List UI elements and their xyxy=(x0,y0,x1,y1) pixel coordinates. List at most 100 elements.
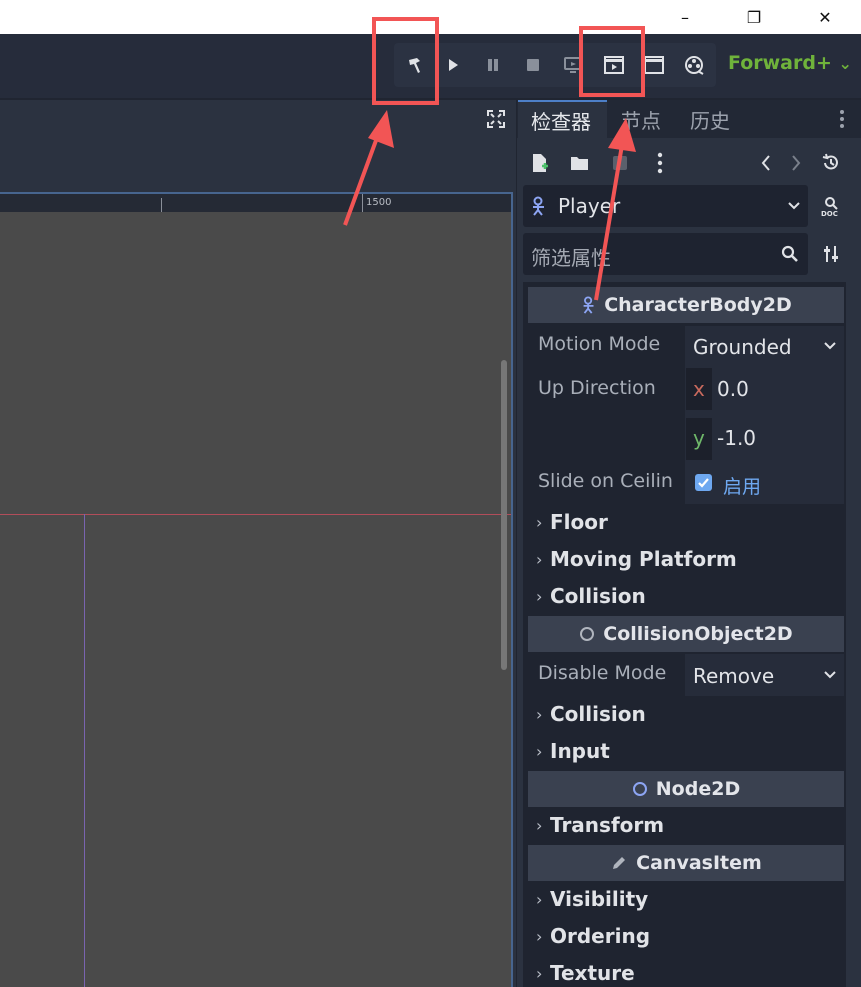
group-label: Collision xyxy=(550,584,646,608)
slide-on-ceiling-checkbox[interactable] xyxy=(695,474,712,491)
up-x-field[interactable]: 0.0 xyxy=(717,377,749,401)
history-forward-button[interactable] xyxy=(776,143,816,183)
folder-icon xyxy=(571,157,588,170)
disable-mode-value: Remove xyxy=(693,664,775,688)
group-floor[interactable]: › Floor xyxy=(536,510,608,534)
kebab-menu-icon xyxy=(657,152,663,174)
tab-node[interactable]: 节点 xyxy=(621,100,661,138)
vertical-scrollbar[interactable] xyxy=(501,360,507,670)
group-collision-object[interactable]: › Collision xyxy=(536,702,646,726)
renderer-selector[interactable]: Forward+ ⌄ xyxy=(728,52,852,74)
restore-button[interactable]: ❐ xyxy=(731,0,777,34)
checkmark-icon xyxy=(698,478,709,488)
motion-mode-select[interactable]: Grounded xyxy=(693,335,843,359)
inspector-settings-button[interactable] xyxy=(811,233,851,275)
save-resource-button[interactable] xyxy=(600,143,640,183)
group-label: Collision xyxy=(550,702,646,726)
chevron-down-icon xyxy=(788,202,800,210)
horizontal-ruler: 1500 xyxy=(0,194,511,212)
pencil-icon xyxy=(613,857,626,869)
group-texture[interactable]: › Texture xyxy=(536,961,635,985)
tab-history[interactable]: 历史 xyxy=(690,100,730,138)
expand-icon xyxy=(487,110,505,128)
group-input[interactable]: › Input xyxy=(536,739,610,763)
tools-icon xyxy=(824,246,838,262)
annotation-box-build xyxy=(372,17,439,105)
group-collision[interactable]: › Collision xyxy=(536,584,646,608)
minimize-icon: – xyxy=(681,7,689,27)
fullscreen-button[interactable] xyxy=(476,100,516,138)
chevron-right-icon xyxy=(792,155,801,171)
save-icon xyxy=(613,156,627,170)
recent-history-button[interactable] xyxy=(811,143,851,183)
section-collisionobject2d[interactable]: CollisionObject2D xyxy=(528,616,844,652)
group-label: Transform xyxy=(550,813,665,837)
section-node2d[interactable]: Node2D xyxy=(528,771,844,807)
up-direction-label: Up Direction xyxy=(538,377,656,399)
close-button[interactable]: ✕ xyxy=(802,0,848,34)
docs-icon: DOC xyxy=(821,197,838,217)
chevron-right-icon: › xyxy=(536,512,543,532)
new-file-icon xyxy=(533,154,548,172)
group-ordering[interactable]: › Ordering xyxy=(536,924,650,948)
ruler-label: 1500 xyxy=(366,197,392,208)
section-title: CanvasItem xyxy=(636,852,762,874)
tab-inspector[interactable]: 检查器 xyxy=(518,100,607,138)
x-axis-line xyxy=(0,514,511,515)
slide-on-ceiling-label: Slide on Ceilin xyxy=(538,470,673,492)
motion-mode-label: Motion Mode xyxy=(538,333,661,355)
motion-mode-value: Grounded xyxy=(693,335,792,359)
chevron-right-icon: › xyxy=(536,549,543,569)
chevron-left-icon xyxy=(761,155,770,171)
minimize-button[interactable]: – xyxy=(662,0,708,34)
chevron-right-icon: › xyxy=(536,586,543,606)
disable-mode-label: Disable Mode xyxy=(538,662,667,684)
group-label: Visibility xyxy=(550,887,649,911)
tab-node-label: 节点 xyxy=(621,108,661,133)
slide-on-ceiling-value: 启用 xyxy=(723,476,762,498)
group-visibility[interactable]: › Visibility xyxy=(536,887,648,911)
new-resource-button[interactable] xyxy=(520,143,560,183)
restore-icon: ❐ xyxy=(746,7,762,27)
group-label: Floor xyxy=(550,510,608,534)
section-title: Node2D xyxy=(655,778,741,800)
renderer-label: Forward+ xyxy=(728,52,832,74)
chevron-down-icon: ⌄ xyxy=(838,54,852,73)
stop-button[interactable] xyxy=(513,44,553,86)
section-characterbody2d[interactable]: CharacterBody2D xyxy=(528,287,844,323)
chevron-down-icon xyxy=(824,671,836,679)
filter-properties-input[interactable]: 筛选属性 xyxy=(523,233,808,275)
group-moving-platform[interactable]: › Moving Platform xyxy=(536,547,737,571)
up-y-field[interactable]: -1.0 xyxy=(717,426,756,450)
tab-inspector-label: 检查器 xyxy=(531,109,591,134)
chevron-right-icon: › xyxy=(536,704,543,724)
object-selector[interactable]: Player xyxy=(523,185,808,227)
section-canvasitem[interactable]: CanvasItem xyxy=(528,845,844,881)
kebab-menu-icon xyxy=(840,110,844,128)
pause-button[interactable] xyxy=(473,44,513,86)
node2d-icon xyxy=(632,782,647,796)
movie-maker-button[interactable] xyxy=(674,44,714,86)
section-title: CharacterBody2D xyxy=(604,294,792,316)
filter-placeholder: 筛选属性 xyxy=(531,246,611,270)
chevron-right-icon: › xyxy=(536,926,543,946)
open-resource-button[interactable] xyxy=(560,143,600,183)
open-docs-button[interactable]: DOC xyxy=(811,185,851,227)
up-x-label: x xyxy=(693,377,705,401)
disable-mode-select[interactable]: Remove xyxy=(693,664,843,688)
chevron-right-icon: › xyxy=(536,741,543,761)
2d-canvas[interactable] xyxy=(0,212,511,987)
group-label: Ordering xyxy=(550,924,651,948)
chevron-right-icon: › xyxy=(536,889,543,909)
y-axis-line xyxy=(84,514,85,987)
chevron-down-icon xyxy=(824,342,836,350)
object-name: Player xyxy=(558,194,621,218)
group-transform[interactable]: › Transform xyxy=(536,813,664,837)
group-label: Moving Platform xyxy=(550,547,737,571)
play-button[interactable] xyxy=(433,44,473,86)
stop-icon xyxy=(527,59,539,71)
search-icon xyxy=(781,245,798,262)
resource-options-button[interactable] xyxy=(640,143,680,183)
dock-menu-button[interactable] xyxy=(824,100,860,138)
chevron-right-icon: › xyxy=(536,815,543,835)
